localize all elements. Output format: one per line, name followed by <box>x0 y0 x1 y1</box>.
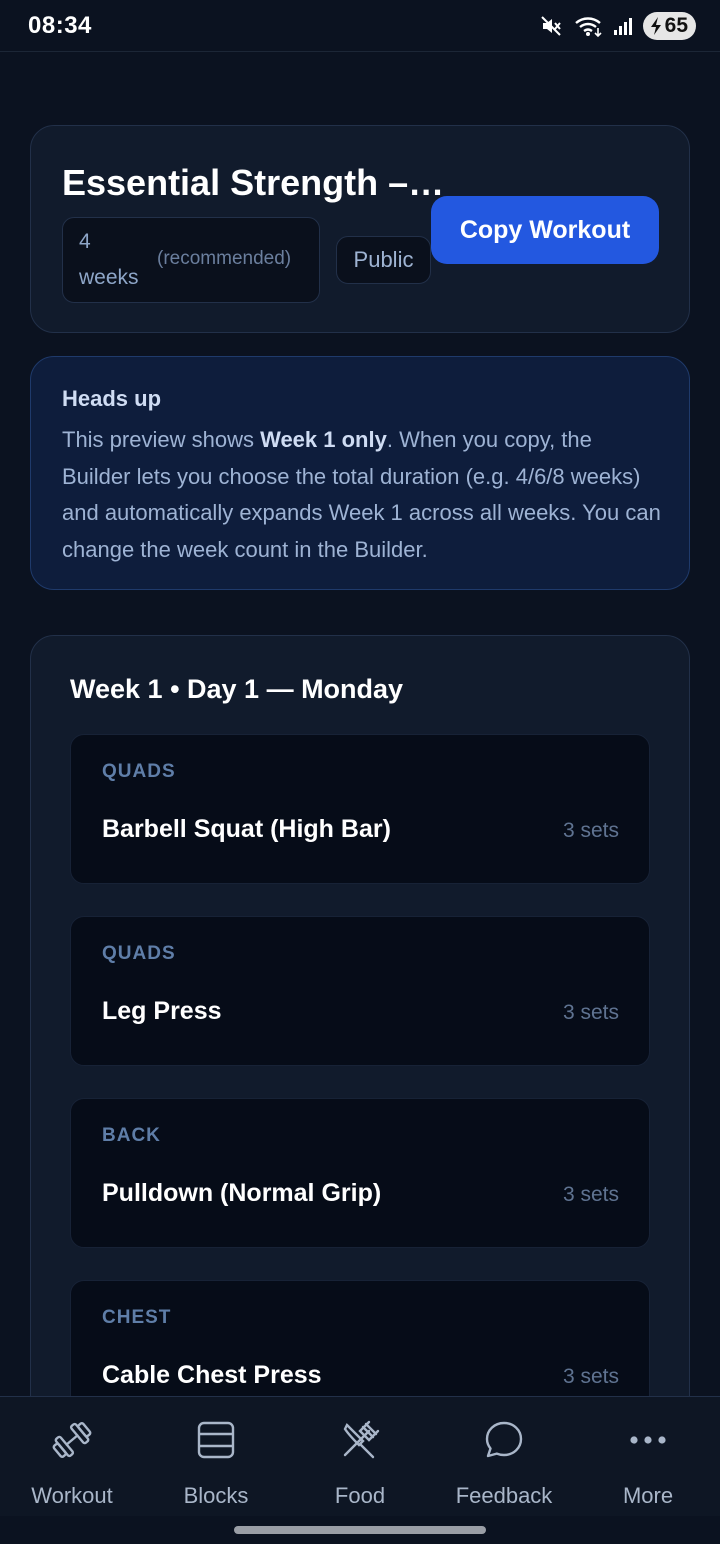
utensils-icon <box>339 1419 381 1461</box>
notice-title: Heads up <box>62 386 162 411</box>
day-title: Week 1 • Day 1 — Monday <box>70 674 404 704</box>
home-indicator[interactable] <box>234 1526 486 1534</box>
more-dots-icon <box>628 1419 668 1461</box>
nav-item-more[interactable]: More <box>576 1397 720 1516</box>
exercise-card[interactable]: QUADS Barbell Squat (High Bar) 3 sets <box>70 734 650 884</box>
plan-header-card: Essential Strength –… 4 weeks (recommend… <box>30 125 690 333</box>
weeks-number: 4 <box>79 230 91 253</box>
nav-item-workout[interactable]: Workout <box>0 1397 144 1516</box>
battery-charging-icon <box>650 16 661 35</box>
exercise-name: Barbell Squat (High Bar) <box>102 815 391 843</box>
muscle-group: BACK <box>102 1125 161 1146</box>
signal-icon <box>613 16 633 36</box>
gesture-bar <box>0 1516 720 1544</box>
nav-item-feedback[interactable]: Feedback <box>432 1397 576 1516</box>
exercise-sets: 3 sets <box>562 819 619 842</box>
chat-bubble-icon <box>483 1419 525 1461</box>
weeks-selector[interactable]: 4 weeks (recommended) <box>62 217 320 303</box>
plan-title: Essential Strength –… <box>62 162 445 203</box>
weeks-recommended-note: (recommended) <box>157 248 292 269</box>
dumbbell-icon <box>50 1419 94 1461</box>
wifi-icon <box>573 14 603 38</box>
nav-label: Feedback <box>455 1483 553 1508</box>
exercise-name: Leg Press <box>102 997 222 1025</box>
nav-item-food[interactable]: Food <box>288 1397 432 1516</box>
muscle-group: QUADS <box>102 761 176 782</box>
exercise-sets: 3 sets <box>562 1365 619 1388</box>
mute-icon <box>539 14 563 38</box>
nav-label: Food <box>334 1483 386 1508</box>
nav-label: Blocks <box>183 1483 249 1508</box>
heads-up-notice: Heads up This preview shows Week 1 only.… <box>30 356 690 590</box>
exercise-sets: 3 sets <box>562 1183 619 1206</box>
copy-workout-button[interactable]: Copy Workout <box>431 196 659 264</box>
nav-label: More <box>622 1483 674 1508</box>
battery-indicator: 65 <box>642 11 696 40</box>
weeks-unit: weeks <box>79 266 139 289</box>
exercise-name: Pulldown (Normal Grip) <box>102 1179 382 1207</box>
battery-level: 65 <box>664 13 688 37</box>
visibility-badge: Public <box>336 236 431 284</box>
notice-text: This preview shows Week 1 only. When you… <box>62 427 661 562</box>
muscle-group: CHEST <box>102 1307 172 1328</box>
status-time: 08:34 <box>28 11 92 39</box>
muscle-group: QUADS <box>102 943 176 964</box>
nav-label: Workout <box>31 1483 113 1508</box>
exercise-card[interactable]: BACK Pulldown (Normal Grip) 3 sets <box>70 1098 650 1248</box>
app-screen: 08:34 65 Essential Strength –… 4 weeks (… <box>0 0 720 1544</box>
exercise-name: Cable Chest Press <box>102 1361 322 1389</box>
exercise-card[interactable]: QUADS Leg Press 3 sets <box>70 916 650 1066</box>
status-icons: 65 <box>539 11 696 40</box>
notice-emphasis: Week 1 only <box>260 427 387 452</box>
exercise-sets: 3 sets <box>562 1001 619 1024</box>
bottom-nav: Workout Blocks Food Feedback More <box>0 1396 720 1516</box>
blocks-icon <box>196 1419 236 1461</box>
status-bar: 08:34 65 <box>0 0 720 52</box>
nav-item-blocks[interactable]: Blocks <box>144 1397 288 1516</box>
